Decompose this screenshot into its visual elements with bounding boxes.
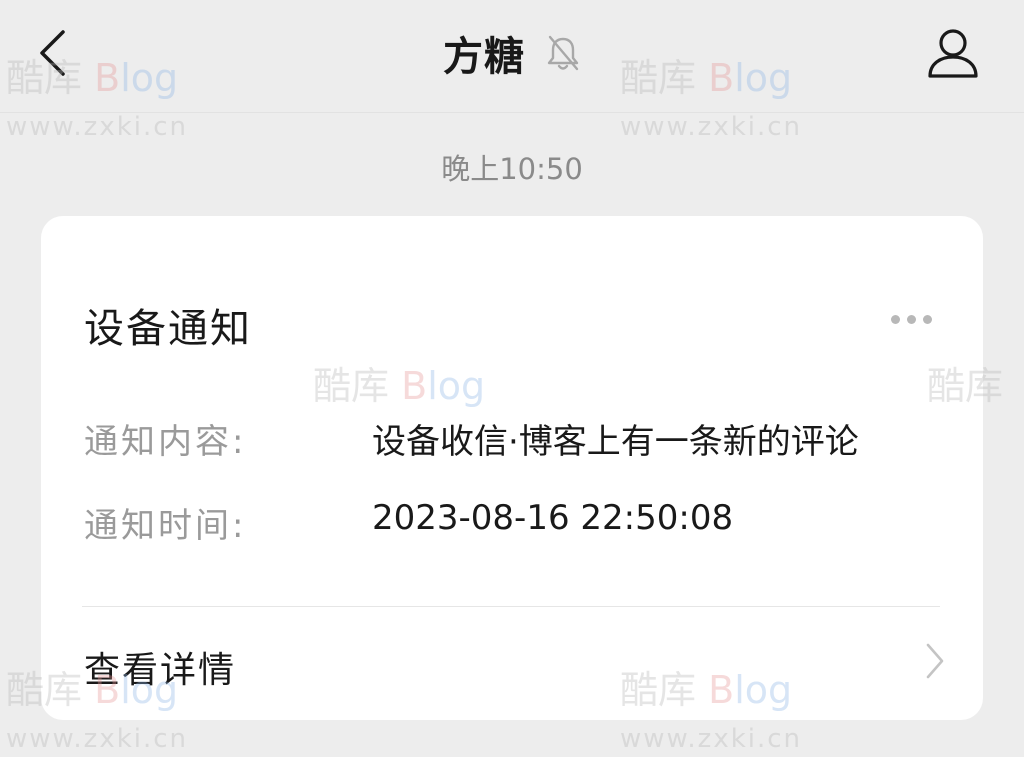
view-details-label: 查看详情 xyxy=(84,650,237,691)
title-container: 方糖 xyxy=(0,24,1024,82)
content-value: 设备收信·博客上有一条新的评论 xyxy=(372,422,859,462)
profile-button[interactable] xyxy=(922,22,984,84)
more-dots-icon xyxy=(922,314,932,324)
chevron-right-icon xyxy=(923,641,947,681)
card-title: 设备通知 xyxy=(84,306,252,352)
bell-off-icon xyxy=(545,33,581,73)
watermark-url: www.zxki.cn xyxy=(620,112,803,142)
chat-screen: 方糖 酷库 Blog www.zxki.cn 酷库 Blog www.zxki.… xyxy=(0,0,1024,757)
notification-card[interactable]: 设备通知 通知内容: 设备收信·博客上有一条新的评论 通知时间: 2023-08… xyxy=(41,216,1003,720)
more-dots-icon xyxy=(890,314,900,324)
time-label: 通知时间: xyxy=(84,506,247,546)
message-timestamp: 晚上10:50 xyxy=(441,152,583,186)
back-button[interactable] xyxy=(30,26,74,80)
more-dots-icon xyxy=(906,314,916,324)
navigation-bar: 方糖 xyxy=(0,0,1024,113)
content-label: 通知内容: xyxy=(84,422,247,462)
view-details-button[interactable]: 查看详情 xyxy=(41,607,983,720)
watermark-logo: 酷库 Blog xyxy=(313,364,486,408)
chat-title: 方糖 xyxy=(443,34,525,80)
watermark-url: www.zxki.cn xyxy=(620,724,803,754)
more-options-button[interactable] xyxy=(881,304,941,334)
watermark-url: www.zxki.cn xyxy=(6,724,189,754)
watermark-logo: 酷库 xyxy=(927,364,1004,408)
watermark-url: www.zxki.cn xyxy=(6,112,189,142)
person-icon xyxy=(928,29,978,78)
chevron-left-icon xyxy=(40,30,65,76)
time-value: 2023-08-16 22:50:08 xyxy=(372,498,734,538)
